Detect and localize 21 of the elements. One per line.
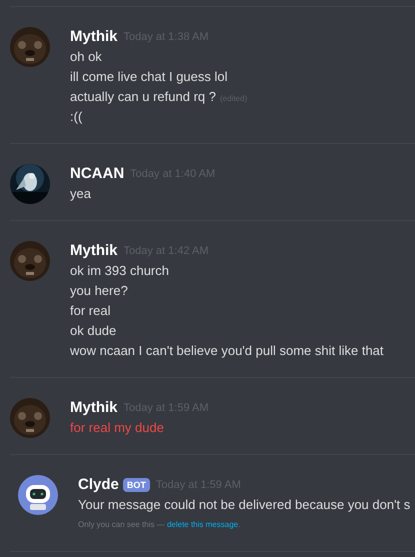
message-text: yea [70,185,91,203]
username[interactable]: Mythik [70,26,118,48]
message-text: :(( [70,108,82,126]
delete-message-link[interactable]: delete this message [166,520,238,529]
message-text: actually can u refund rq ? [70,88,216,106]
message-text: wow ncaan I can't believe you'd pull some shit like that [70,342,384,360]
username[interactable]: Mythik [70,396,118,420]
message-text: you here? [70,282,128,300]
message-text: ill come live chat I guess lol [70,68,228,86]
message-text: ok dude [70,322,116,340]
username[interactable]: Clyde [78,474,119,496]
robot-avatar-icon [18,475,58,515]
bot-tag: BOT [122,478,150,492]
message-text: Your message could not be delivered because you don't s [78,496,410,514]
username[interactable]: NCAAN [70,162,124,186]
ephemeral-notice: Only you can see this — delete this message. [78,519,240,531]
message-text: oh ok [70,48,102,66]
message-text: ok im 393 church [70,262,169,280]
message-text: for real [70,302,110,320]
message-text: for real my dude [70,419,164,437]
username[interactable]: Mythik [70,240,118,262]
